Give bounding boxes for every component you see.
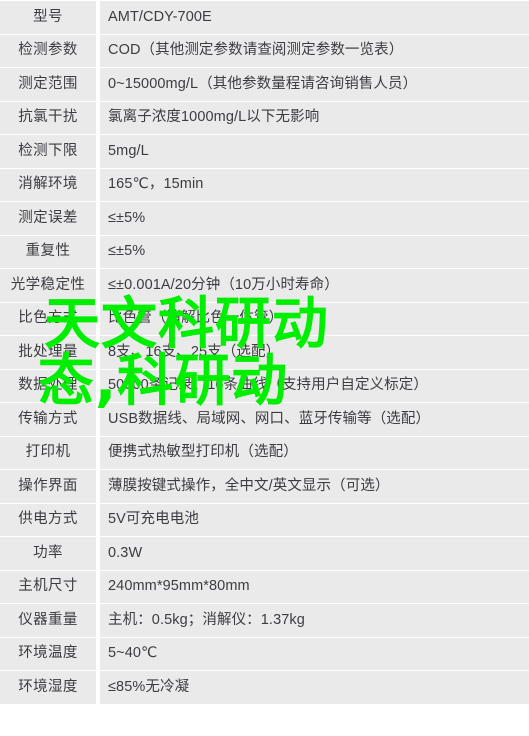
- spec-label: 环境湿度: [0, 671, 96, 704]
- table-row: 传输方式 USB数据线、局域网、网口、蓝牙传输等（选配）: [0, 403, 529, 436]
- spec-value: 165℃，15min: [100, 168, 529, 201]
- spec-label: 数据处理: [0, 369, 96, 402]
- spec-value: ≤±5%: [100, 235, 529, 268]
- spec-label: 操作界面: [0, 470, 96, 503]
- spec-label: 环境温度: [0, 637, 96, 670]
- spec-value: 0~15000mg/L（其他参数量程请咨询销售人员）: [100, 68, 529, 101]
- spec-label: 批处理量: [0, 336, 96, 369]
- spec-value: 8支、16支、25支（选配）: [100, 336, 529, 369]
- spec-label: 重复性: [0, 235, 96, 268]
- spec-value: 氯离子浓度1000mg/L以下无影响: [100, 101, 529, 134]
- specification-table-body: 型号 AMT/CDY-700E 检测参数 COD（其他测定参数请查阅测定参数一览表）测…: [0, 1, 529, 704]
- spec-label: 光学稳定性: [0, 269, 96, 302]
- table-row: 主机尺寸 240mm*95mm*80mm: [0, 570, 529, 603]
- spec-value: 0.3W: [100, 537, 529, 570]
- spec-value: 比色管（消解比色一体管）: [100, 302, 529, 335]
- spec-label: 型号: [0, 1, 96, 34]
- table-row: 供电方式 5V可充电电池: [0, 503, 529, 536]
- spec-label: 测定范围: [0, 68, 96, 101]
- spec-label: 仪器重量: [0, 604, 96, 637]
- spec-label: 检测下限: [0, 135, 96, 168]
- spec-value: COD（其他测定参数请查阅测定参数一览表）: [100, 34, 529, 67]
- spec-label: 检测参数: [0, 34, 96, 67]
- spec-value: 50000条记录、16条曲线（支持用户自定义标定）: [100, 369, 529, 402]
- table-row: 比色方式 比色管（消解比色一体管）: [0, 302, 529, 335]
- spec-value: ≤±5%: [100, 202, 529, 235]
- table-row: 批处理量 8支、16支、25支（选配）: [0, 336, 529, 369]
- spec-label: 测定误差: [0, 202, 96, 235]
- spec-value: 5mg/L: [100, 135, 529, 168]
- spec-sheet-page: 型号 AMT/CDY-700E 检测参数 COD（其他测定参数请查阅测定参数一览表）测…: [0, 0, 529, 736]
- table-row: 仪器重量 主机：0.5kg；消解仪：1.37kg: [0, 604, 529, 637]
- spec-value: ≤±0.001A/20分钟（10万小时寿命）: [100, 269, 529, 302]
- table-row: 检测下限 5mg/L: [0, 135, 529, 168]
- spec-value: 便携式热敏型打印机（选配）: [100, 436, 529, 469]
- spec-value: 主机：0.5kg；消解仪：1.37kg: [100, 604, 529, 637]
- table-row: 数据处理 50000条记录、16条曲线（支持用户自定义标定）: [0, 369, 529, 402]
- table-row: 重复性 ≤±5%: [0, 235, 529, 268]
- table-row: 环境湿度 ≤85%无冷凝: [0, 671, 529, 704]
- table-row: 测定误差 ≤±5%: [0, 202, 529, 235]
- spec-label: 比色方式: [0, 302, 96, 335]
- table-row: 型号 AMT/CDY-700E: [0, 1, 529, 34]
- spec-value: ≤85%无冷凝: [100, 671, 529, 704]
- spec-label: 抗氯干扰: [0, 101, 96, 134]
- table-row: 测定范围 0~15000mg/L（其他参数量程请咨询销售人员）: [0, 68, 529, 101]
- table-row: 抗氯干扰 氯离子浓度1000mg/L以下无影响: [0, 101, 529, 134]
- table-row: 检测参数 COD（其他测定参数请查阅测定参数一览表）: [0, 34, 529, 67]
- spec-value: USB数据线、局域网、网口、蓝牙传输等（选配）: [100, 403, 529, 436]
- spec-label: 消解环境: [0, 168, 96, 201]
- specification-table: 型号 AMT/CDY-700E 检测参数 COD（其他测定参数请查阅测定参数一览表）测…: [0, 0, 529, 705]
- spec-value: 240mm*95mm*80mm: [100, 570, 529, 603]
- table-row: 消解环境 165℃，15min: [0, 168, 529, 201]
- table-row: 环境温度 5~40℃: [0, 637, 529, 670]
- table-row: 操作界面 薄膜按键式操作，全中文/英文显示（可选）: [0, 470, 529, 503]
- spec-value: 5~40℃: [100, 637, 529, 670]
- spec-label: 供电方式: [0, 503, 96, 536]
- spec-value: 5V可充电电池: [100, 503, 529, 536]
- table-row: 功率 0.3W: [0, 537, 529, 570]
- spec-label: 传输方式: [0, 403, 96, 436]
- spec-label: 打印机: [0, 436, 96, 469]
- table-row: 光学稳定性 ≤±0.001A/20分钟（10万小时寿命）: [0, 269, 529, 302]
- table-row: 打印机 便携式热敏型打印机（选配）: [0, 436, 529, 469]
- spec-value: 薄膜按键式操作，全中文/英文显示（可选）: [100, 470, 529, 503]
- spec-label: 功率: [0, 537, 96, 570]
- spec-label: 主机尺寸: [0, 570, 96, 603]
- spec-value: AMT/CDY-700E: [100, 1, 529, 34]
